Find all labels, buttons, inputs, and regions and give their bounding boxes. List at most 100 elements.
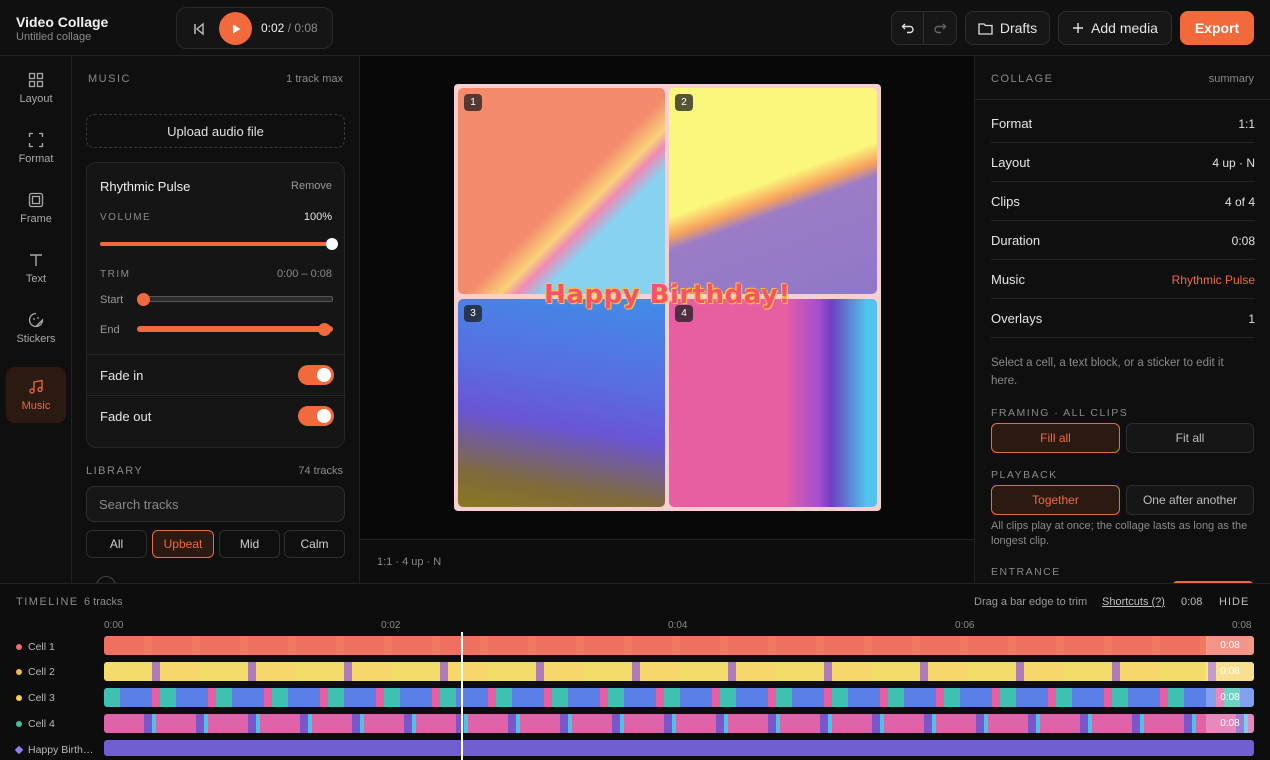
drafts-button[interactable]: Drafts bbox=[965, 11, 1050, 45]
undo-icon bbox=[901, 23, 914, 34]
rail-item-music[interactable]: Music bbox=[6, 367, 66, 423]
library-count: 74 tracks bbox=[298, 465, 343, 477]
redo-button[interactable] bbox=[923, 11, 957, 45]
filter-calm[interactable]: Calm bbox=[284, 530, 345, 558]
summary-row-music: Music Rhythmic Pulse bbox=[991, 260, 1255, 299]
rail-label: Layout bbox=[19, 92, 53, 105]
current-time: 0:02 bbox=[261, 21, 285, 35]
volume-knob[interactable] bbox=[326, 238, 338, 250]
total-time: / 0:08 bbox=[287, 21, 318, 35]
track-play-icon[interactable] bbox=[96, 576, 116, 583]
rail-item-layout[interactable]: Layout bbox=[6, 60, 66, 116]
summary-key: Overlays bbox=[991, 311, 1043, 326]
timecode: 0:02 / 0:08 bbox=[261, 21, 318, 35]
selected-track-card: Rhythmic Pulse Remove VOLUME 100% TRIM 0… bbox=[86, 162, 346, 448]
music-icon bbox=[29, 379, 43, 394]
clip-end-handle[interactable]: 0:08 bbox=[1206, 662, 1254, 681]
fade-in-toggle[interactable] bbox=[298, 365, 334, 385]
text-overlay[interactable]: Happy Birthday! bbox=[454, 280, 881, 310]
rail-item-text[interactable]: Text bbox=[6, 240, 66, 296]
trim-start-knob[interactable] bbox=[137, 293, 150, 306]
summary-key: Format bbox=[991, 116, 1033, 131]
canvas-footer: 1:1 · 4 up · N bbox=[360, 539, 974, 583]
track-label-cell-3: Cell 3 bbox=[16, 692, 55, 704]
trim-end-label: End bbox=[100, 324, 120, 336]
rail-item-frame[interactable]: Frame bbox=[6, 180, 66, 236]
filter-mid[interactable]: Mid bbox=[219, 530, 280, 558]
fade-out-row: Fade out bbox=[87, 395, 346, 435]
trim-end-knob[interactable] bbox=[318, 323, 331, 336]
timeline-label: TIMELINE bbox=[16, 596, 79, 608]
trim-label: TRIM bbox=[100, 269, 131, 280]
fade-out-label: Fade out bbox=[100, 409, 152, 424]
text-overlay-bar[interactable] bbox=[104, 740, 1254, 756]
hide-timeline-button[interactable]: HIDE bbox=[1219, 596, 1249, 608]
summary-key: Clips bbox=[991, 194, 1020, 209]
summary-value: 4 up · N bbox=[1212, 156, 1255, 170]
volume-fill bbox=[100, 242, 333, 246]
export-button[interactable]: Export bbox=[1180, 11, 1254, 45]
clip-end-handle[interactable]: 0:08 bbox=[1206, 636, 1254, 655]
trim-start-slider[interactable] bbox=[137, 296, 333, 302]
timeline-track-count: 6 tracks bbox=[84, 596, 123, 608]
trim-range: 0:00 – 0:08 bbox=[276, 268, 332, 280]
playback-sequential-button[interactable]: One after another bbox=[1126, 485, 1254, 515]
collage-cell-2[interactable]: 2 bbox=[669, 88, 877, 294]
search-tracks-input[interactable]: Search tracks bbox=[86, 486, 345, 522]
playback-together-button[interactable]: Together bbox=[991, 485, 1120, 515]
clip-bar-cell-2[interactable]: 0:08 bbox=[104, 662, 1254, 681]
summary-key: Layout bbox=[991, 155, 1031, 170]
track-name: Cell 3 bbox=[28, 692, 55, 704]
rail-label: Music bbox=[21, 399, 51, 412]
plus-icon bbox=[1073, 23, 1084, 33]
undo-button[interactable] bbox=[891, 11, 924, 45]
filter-upbeat[interactable]: Upbeat bbox=[152, 530, 214, 558]
cell-number: 2 bbox=[675, 94, 693, 111]
rail-label: Format bbox=[18, 152, 54, 165]
collage-cell-1[interactable]: 1 bbox=[458, 88, 665, 294]
shortcuts-link[interactable]: Shortcuts (?) bbox=[1102, 596, 1165, 608]
ruler-tick: 0:08 bbox=[1232, 620, 1252, 631]
track-name: Happy Birth… bbox=[28, 744, 94, 756]
fit-all-button[interactable]: Fit all bbox=[1126, 423, 1254, 453]
ruler-tick: 0:02 bbox=[381, 620, 401, 631]
trim-end-slider[interactable] bbox=[137, 326, 333, 332]
clip-end-handle[interactable]: 0:08 bbox=[1206, 688, 1254, 707]
selection-hint: Select a cell, a text block, or a sticke… bbox=[991, 357, 1224, 387]
track-label-text: Happy Birth… bbox=[14, 744, 94, 756]
summary-key: Music bbox=[991, 272, 1025, 287]
library-label: LIBRARY bbox=[86, 465, 144, 477]
playback-description: All clips play at once; the collage last… bbox=[991, 520, 1248, 547]
track-label-cell-2: Cell 2 bbox=[16, 666, 55, 678]
ruler-tick: 0:04 bbox=[668, 620, 688, 631]
fill-all-button[interactable]: Fill all bbox=[991, 423, 1120, 453]
skip-to-start-button[interactable] bbox=[189, 19, 209, 39]
collage-cell-4[interactable]: 4 bbox=[669, 299, 877, 507]
clip-bar-cell-1[interactable]: 0:08 bbox=[104, 636, 1254, 655]
collage-section-label: COLLAGE bbox=[991, 73, 1054, 85]
fade-out-toggle[interactable] bbox=[298, 406, 334, 426]
summary-value: 1 bbox=[1248, 312, 1255, 326]
ruler-tick: 0:06 bbox=[955, 620, 975, 631]
drafts-label: Drafts bbox=[999, 20, 1038, 36]
playback-label: PLAYBACK bbox=[991, 469, 1058, 481]
play-button[interactable] bbox=[219, 12, 252, 45]
transport-controls: 0:02 / 0:08 bbox=[176, 7, 333, 49]
app-title: Video Collage bbox=[16, 14, 109, 30]
clip-end-handle[interactable]: 0:08 bbox=[1206, 714, 1254, 733]
playhead[interactable] bbox=[461, 632, 463, 760]
fade-in-row: Fade in bbox=[87, 354, 346, 394]
summary-row-layout: Layout 4 up · N bbox=[991, 143, 1255, 182]
framing-label: FRAMING · ALL CLIPS bbox=[991, 407, 1129, 419]
play-icon bbox=[232, 24, 240, 33]
rail-item-stickers[interactable]: Stickers bbox=[6, 300, 66, 356]
clip-bar-cell-3[interactable]: 0:08 bbox=[104, 688, 1254, 707]
clip-bar-cell-4[interactable]: 0:08 bbox=[104, 714, 1254, 733]
filter-all[interactable]: All bbox=[86, 530, 147, 558]
rail-item-format[interactable]: Format bbox=[6, 120, 66, 176]
upload-audio-button[interactable]: Upload audio file bbox=[86, 114, 345, 148]
collage-cell-3[interactable]: 3 bbox=[458, 299, 665, 507]
add-media-button[interactable]: Add media bbox=[1058, 11, 1172, 45]
remove-track-button[interactable]: Remove bbox=[291, 180, 332, 192]
canvas-stage: 1 2 3 4 Happy Birthday! 1:1 · 4 up · N bbox=[360, 56, 974, 583]
